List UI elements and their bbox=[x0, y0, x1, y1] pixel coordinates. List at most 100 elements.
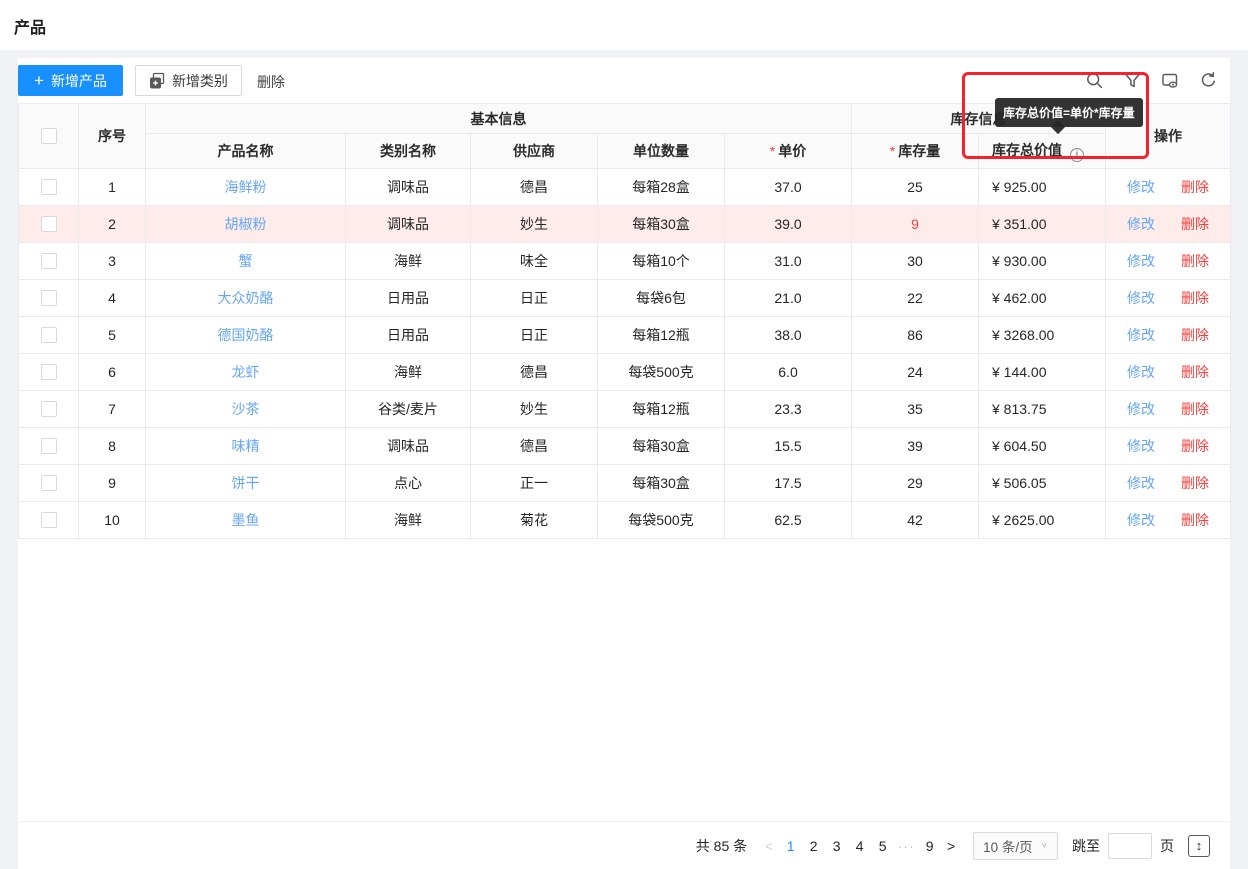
back-to-top-button[interactable]: ↕ bbox=[1188, 835, 1210, 857]
delete-link[interactable]: 删除 bbox=[1181, 327, 1209, 343]
page-number-2[interactable]: 2 bbox=[803, 838, 824, 854]
row-checkbox[interactable] bbox=[41, 364, 57, 380]
edit-link[interactable]: 修改 bbox=[1127, 290, 1155, 306]
stock-value-cell: ¥ 2625.00 bbox=[979, 502, 1106, 539]
jump-page-input[interactable] bbox=[1108, 833, 1152, 859]
delete-link[interactable]: 删除 bbox=[1181, 401, 1209, 417]
row-checkbox[interactable] bbox=[41, 253, 57, 269]
row-select-cell bbox=[19, 206, 79, 243]
col-unit-qty: 单位数量 bbox=[598, 134, 725, 169]
category-cell: 调味品 bbox=[346, 169, 471, 206]
category-cell: 谷类/麦片 bbox=[346, 391, 471, 428]
edit-link[interactable]: 修改 bbox=[1127, 438, 1155, 454]
column-display-icon[interactable] bbox=[1161, 71, 1180, 90]
edit-link[interactable]: 修改 bbox=[1127, 364, 1155, 380]
delete-link[interactable]: 删除 bbox=[1181, 253, 1209, 269]
edit-link[interactable]: 修改 bbox=[1127, 216, 1155, 232]
product-name-link[interactable]: 饼干 bbox=[232, 475, 260, 491]
unit-qty-cell: 每袋500克 bbox=[598, 354, 725, 391]
product-name-cell: 饼干 bbox=[146, 465, 346, 502]
add-category-button[interactable]: 新增类别 bbox=[135, 65, 242, 96]
page-number-5[interactable]: 5 bbox=[872, 838, 893, 854]
product-name-link[interactable]: 海鲜粉 bbox=[225, 179, 267, 195]
product-name-link[interactable]: 墨鱼 bbox=[232, 512, 260, 528]
row-checkbox[interactable] bbox=[41, 401, 57, 417]
product-name-link[interactable]: 味精 bbox=[232, 438, 260, 454]
row-checkbox[interactable] bbox=[41, 512, 57, 528]
edit-link[interactable]: 修改 bbox=[1127, 475, 1155, 491]
category-cell: 海鲜 bbox=[346, 243, 471, 280]
col-supplier: 供应商 bbox=[471, 134, 598, 169]
stock-value-cell: ¥ 604.50 bbox=[979, 428, 1106, 465]
row-select-cell bbox=[19, 465, 79, 502]
supplier-cell: 日正 bbox=[471, 280, 598, 317]
page-number-3[interactable]: 3 bbox=[826, 838, 847, 854]
product-name-cell: 沙茶 bbox=[146, 391, 346, 428]
row-checkbox[interactable] bbox=[41, 327, 57, 343]
select-all-checkbox[interactable] bbox=[41, 128, 57, 144]
row-checkbox[interactable] bbox=[41, 290, 57, 306]
delete-link[interactable]: 删除 bbox=[1181, 364, 1209, 380]
actions-cell: 修改 删除 bbox=[1106, 502, 1231, 539]
content-card: + 新增产品 新增类别 删除 bbox=[18, 58, 1230, 869]
add-category-label: 新增类别 bbox=[172, 71, 228, 91]
more-pages-icon[interactable]: ··· bbox=[894, 838, 918, 854]
product-name-cell: 味精 bbox=[146, 428, 346, 465]
row-checkbox[interactable] bbox=[41, 179, 57, 195]
info-icon[interactable] bbox=[1070, 148, 1084, 162]
row-select-cell bbox=[19, 317, 79, 354]
edit-link[interactable]: 修改 bbox=[1127, 512, 1155, 528]
table-row: 8 味精 调味品 德昌 每箱30盒 15.5 39 ¥ 604.50 修改删除 bbox=[19, 428, 1231, 465]
product-name-cell: 大众奶酪 bbox=[146, 280, 346, 317]
toolbar-delete-button[interactable]: 删除 bbox=[257, 65, 285, 92]
row-index: 6 bbox=[79, 354, 146, 391]
edit-link[interactable]: 修改 bbox=[1127, 179, 1155, 195]
add-product-button[interactable]: + 新增产品 bbox=[18, 65, 123, 96]
delete-link[interactable]: 删除 bbox=[1181, 216, 1209, 232]
delete-link[interactable]: 删除 bbox=[1181, 438, 1209, 454]
table-row: 3 蟹 海鲜 味全 每箱10个 31.0 30 ¥ 930.00 修改删除 bbox=[19, 243, 1231, 280]
row-select-cell bbox=[19, 502, 79, 539]
page-number-1[interactable]: 1 bbox=[780, 838, 801, 854]
prev-page-button[interactable]: < bbox=[759, 838, 779, 854]
stock-value-cell: ¥ 3268.00 bbox=[979, 317, 1106, 354]
delete-link[interactable]: 删除 bbox=[1181, 179, 1209, 195]
delete-link[interactable]: 删除 bbox=[1181, 290, 1209, 306]
table-row: 9 饼干 点心 正一 每箱30盒 17.5 29 ¥ 506.05 修改删除 bbox=[19, 465, 1231, 502]
product-name-link[interactable]: 龙虾 bbox=[232, 364, 260, 380]
row-index: 10 bbox=[79, 502, 146, 539]
product-name-link[interactable]: 胡椒粉 bbox=[225, 216, 267, 232]
filter-icon[interactable] bbox=[1123, 71, 1142, 90]
edit-link[interactable]: 修改 bbox=[1127, 327, 1155, 343]
edit-link[interactable]: 修改 bbox=[1127, 401, 1155, 417]
delete-link[interactable]: 删除 bbox=[1181, 475, 1209, 491]
table-row: 2 胡椒粉 调味品 妙生 每箱30盒 39.0 9 ¥ 351.00 修改删除 bbox=[19, 206, 1231, 243]
group-inventory-info: 库存信息 bbox=[852, 104, 1106, 134]
group-basic-info: 基本信息 bbox=[146, 104, 852, 134]
supplier-cell: 妙生 bbox=[471, 391, 598, 428]
page-size-select[interactable]: 10 条/页 ∨ bbox=[973, 832, 1058, 860]
row-index: 5 bbox=[79, 317, 146, 354]
category-cell: 海鲜 bbox=[346, 502, 471, 539]
stock-cell: 9 bbox=[852, 206, 979, 243]
delete-link[interactable]: 删除 bbox=[1181, 512, 1209, 528]
row-checkbox[interactable] bbox=[41, 438, 57, 454]
product-name-link[interactable]: 德国奶酪 bbox=[218, 327, 274, 343]
next-page-button[interactable]: > bbox=[941, 838, 961, 854]
page-number-4[interactable]: 4 bbox=[849, 838, 870, 854]
product-name-link[interactable]: 蟹 bbox=[239, 253, 253, 269]
row-checkbox[interactable] bbox=[41, 216, 57, 232]
page-number-9[interactable]: 9 bbox=[919, 838, 940, 854]
supplier-cell: 德昌 bbox=[471, 169, 598, 206]
product-name-link[interactable]: 沙茶 bbox=[232, 401, 260, 417]
edit-link[interactable]: 修改 bbox=[1127, 253, 1155, 269]
actions-cell: 修改 删除 bbox=[1106, 169, 1231, 206]
refresh-icon[interactable] bbox=[1199, 71, 1218, 90]
toolbar: + 新增产品 新增类别 删除 bbox=[18, 58, 1230, 103]
search-icon[interactable] bbox=[1085, 71, 1104, 90]
col-stock: *库存量 bbox=[852, 134, 979, 169]
row-select-cell bbox=[19, 243, 79, 280]
table-row: 10 墨鱼 海鲜 菊花 每袋500克 62.5 42 ¥ 2625.00 修改删… bbox=[19, 502, 1231, 539]
row-checkbox[interactable] bbox=[41, 475, 57, 491]
product-name-link[interactable]: 大众奶酪 bbox=[218, 290, 274, 306]
